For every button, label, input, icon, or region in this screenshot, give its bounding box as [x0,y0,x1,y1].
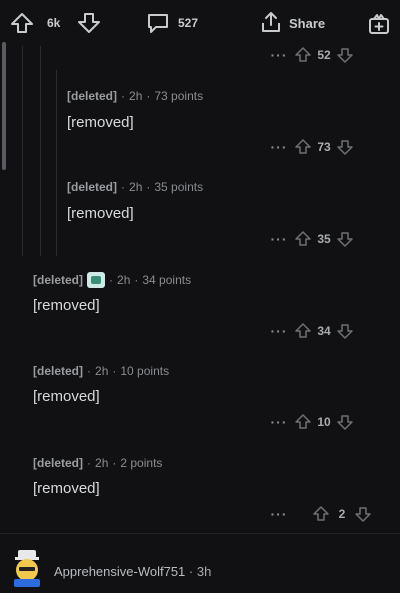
comment-points: 34 points [142,273,192,287]
downvote-arrow-icon[interactable] [336,230,354,248]
comment-points: 73 points [154,89,204,103]
separator-dot: · [188,564,194,579]
comment-score: 35 [317,232,331,246]
comment-body: [removed] [67,114,134,131]
comment-time: 2h [95,364,109,378]
more-options-icon[interactable]: ··· [264,231,294,247]
thread-line[interactable] [40,46,41,256]
more-options-icon[interactable]: ··· [264,414,294,430]
thread-line[interactable] [22,46,23,256]
comment-time: 2h [117,273,131,287]
comment-score: 2 [338,507,346,521]
scrollbar-thumb[interactable] [2,42,6,170]
comment-author[interactable]: Apprehensive-Wolf751 [54,564,185,579]
comment-actions: ··· 2 [264,504,372,524]
downvote-arrow-icon[interactable] [354,505,372,523]
post-action-bar: 6k 527 Share [0,0,400,46]
comment-author[interactable]: [deleted] [67,89,117,103]
separator-dot: · [121,180,126,194]
comment-body: [removed] [33,388,100,405]
comment-meta: [deleted] · 2h · 2 points [33,456,162,470]
upvote-arrow-icon[interactable] [312,505,330,523]
downvote-arrow-icon[interactable] [336,46,354,64]
separator-dot: · [109,273,114,287]
comment-score: 34 [317,324,331,338]
more-options-icon[interactable]: ··· [264,323,294,339]
share-icon[interactable] [259,10,283,39]
downvote-arrow-icon[interactable] [336,138,354,156]
upvote-arrow-icon[interactable] [294,413,312,431]
comment-points: 2 points [120,456,163,470]
comment-bubble-icon[interactable] [146,12,170,39]
user-flair-icon [87,272,106,288]
upvote-arrow-icon[interactable] [294,46,312,64]
comment-score: 10 [317,415,331,429]
more-options-icon[interactable]: ··· [264,506,294,522]
separator-dot: · [134,273,139,287]
upvote-arrow-icon[interactable] [294,230,312,248]
comment-actions: ··· 10 [264,412,354,432]
comment-time: 2h [129,89,143,103]
comment-meta: Apprehensive-Wolf751 · 3h [54,564,211,579]
thread-line[interactable] [56,70,57,256]
comment-divider [0,533,400,534]
comment-points: 35 points [154,180,204,194]
comment-meta: [deleted] · 2h · 73 points [67,89,203,103]
comment-author[interactable]: [deleted] [33,273,83,287]
downvote-arrow-icon[interactable] [336,322,354,340]
separator-dot: · [112,456,117,470]
more-options-icon[interactable]: ··· [264,139,294,155]
upvote-arrow-icon[interactable] [294,138,312,156]
comment-meta: [deleted] · 2h · 35 points [67,180,203,194]
post-vote-count: 6k [47,16,61,30]
comment-body: [removed] [33,297,100,314]
comment-body: [removed] [33,480,100,497]
comment-meta: [deleted] · 2h · 34 points [33,272,191,288]
avatar[interactable] [10,548,44,588]
separator-dot: · [146,89,151,103]
separator-dot: · [87,456,92,470]
comment-actions: ··· 52 [264,45,354,65]
separator-dot: · [146,180,151,194]
comment-time: 2h [95,456,109,470]
comment-score: 73 [317,140,331,154]
separator-dot: · [121,89,126,103]
comment-actions: ··· 73 [264,137,354,157]
comment-points: 10 points [120,364,170,378]
upvote-arrow-icon[interactable] [294,322,312,340]
comment-author[interactable]: [deleted] [33,456,83,470]
comment-actions: ··· 34 [264,321,354,341]
comment-time: 3h [196,564,212,579]
comment-body: [removed] [67,205,134,222]
downvote-arrow-icon[interactable] [77,12,101,39]
comment-meta: [deleted] · 2h · 10 points [33,364,169,378]
comment-time: 2h [129,180,143,194]
comment-actions: ··· 35 [264,229,354,249]
separator-dot: · [112,364,117,378]
share-button[interactable]: Share [289,16,325,31]
award-icon[interactable] [367,12,391,41]
comment-author[interactable]: [deleted] [33,364,83,378]
comment-author[interactable]: [deleted] [67,180,117,194]
downvote-arrow-icon[interactable] [336,413,354,431]
comment-count: 527 [178,16,199,30]
more-options-icon[interactable]: ··· [264,47,294,63]
upvote-arrow-icon[interactable] [10,12,34,39]
comment-score: 52 [317,48,331,62]
separator-dot: · [87,364,92,378]
